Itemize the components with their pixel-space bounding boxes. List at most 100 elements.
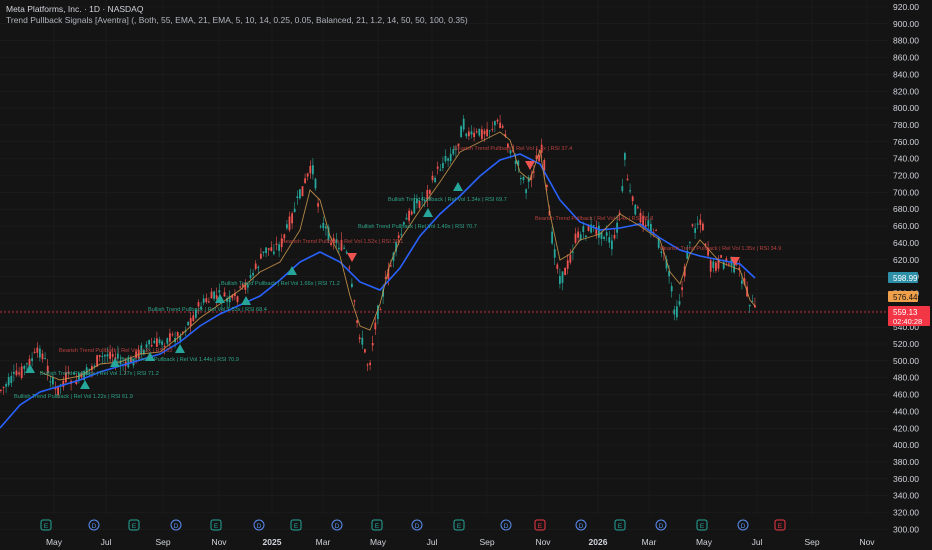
dividend-marker[interactable]: D bbox=[331, 519, 343, 531]
indicator-legend[interactable]: Trend Pullback Signals [Aventra] (, Both… bbox=[6, 15, 468, 25]
candle bbox=[473, 127, 475, 142]
signal-label: Bullish Trend Pullback | Rel Vol 1.22x |… bbox=[14, 394, 133, 400]
candle bbox=[309, 160, 312, 179]
candle bbox=[171, 331, 174, 337]
price-tick-label: 860.00 bbox=[893, 53, 919, 63]
event-marker-text: E bbox=[778, 523, 783, 530]
candle bbox=[465, 132, 468, 139]
earnings-marker[interactable]: E bbox=[614, 519, 626, 531]
dividend-marker[interactable]: D bbox=[575, 519, 587, 531]
dividend-marker[interactable]: D bbox=[170, 519, 182, 531]
candle bbox=[319, 224, 322, 229]
price-tick-label: 460.00 bbox=[893, 390, 919, 400]
bullish-signal-marker bbox=[80, 380, 90, 389]
event-marker-text: D bbox=[741, 523, 746, 530]
event-marker-text: E bbox=[538, 523, 543, 530]
badge-ema-slow-text: 598.99 bbox=[893, 274, 918, 283]
earnings-marker[interactable]: E bbox=[40, 519, 52, 531]
earnings-marker[interactable]: E bbox=[534, 519, 546, 531]
candle bbox=[715, 260, 717, 274]
candle bbox=[265, 247, 267, 258]
dividend-marker[interactable]: D bbox=[655, 519, 667, 531]
badge-last-price-text: 559.13 bbox=[893, 308, 918, 317]
candle bbox=[595, 220, 598, 239]
candle bbox=[621, 178, 624, 194]
candle bbox=[449, 147, 452, 165]
candle bbox=[150, 337, 153, 348]
time-tick-label: Jul bbox=[752, 537, 763, 547]
candle bbox=[410, 209, 413, 216]
dividend-marker[interactable]: D bbox=[411, 519, 423, 531]
price-tick-label: 440.00 bbox=[893, 406, 919, 416]
candle bbox=[475, 128, 478, 134]
signal-label: Bearish Trend Pullback | Rel Vol 1.3x | … bbox=[59, 348, 173, 354]
earnings-marker[interactable]: E bbox=[371, 519, 383, 531]
candle bbox=[5, 381, 7, 393]
candle bbox=[20, 362, 23, 380]
bullish-signal-marker bbox=[25, 364, 35, 373]
signal-labels: Bearish Trend Pullback | Rel Vol 1.3x | … bbox=[14, 146, 781, 400]
candle bbox=[520, 174, 522, 186]
candle bbox=[36, 342, 39, 358]
event-markers: EDEDEDEDEDEDEDEDEDE bbox=[40, 519, 786, 531]
earnings-marker[interactable]: E bbox=[290, 519, 302, 531]
candle bbox=[202, 294, 205, 306]
time-tick-label: Nov bbox=[211, 537, 227, 547]
candle bbox=[205, 293, 208, 304]
candle bbox=[33, 348, 36, 354]
time-tick-label: Sep bbox=[804, 537, 819, 547]
time-tick-label: Sep bbox=[479, 537, 494, 547]
price-tick-label: 420.00 bbox=[893, 423, 919, 433]
price-tick-label: 740.00 bbox=[893, 154, 919, 164]
dividend-marker[interactable]: D bbox=[88, 519, 100, 531]
candle bbox=[613, 228, 616, 241]
candle bbox=[98, 354, 101, 362]
time-tick-label: May bbox=[370, 537, 387, 547]
candle bbox=[366, 362, 369, 372]
candle bbox=[158, 336, 161, 345]
candle bbox=[525, 188, 527, 200]
dividend-marker[interactable]: D bbox=[737, 519, 749, 531]
earnings-marker[interactable]: E bbox=[696, 519, 708, 531]
candle bbox=[44, 352, 46, 360]
price-tick-label: 660.00 bbox=[893, 221, 919, 231]
candle bbox=[553, 243, 556, 265]
badge-countdown-text: 02:40:28 bbox=[893, 317, 922, 326]
dividend-marker[interactable]: D bbox=[500, 519, 512, 531]
earnings-marker[interactable]: E bbox=[210, 519, 222, 531]
candle bbox=[751, 294, 754, 303]
candle bbox=[678, 294, 681, 307]
candle bbox=[18, 367, 20, 377]
signal-label: Bearish Trend Pullback | Rel Vol 1.35x |… bbox=[660, 246, 781, 252]
price-tick-label: 340.00 bbox=[893, 491, 919, 501]
candle bbox=[717, 255, 720, 272]
price-tick-label: 520.00 bbox=[893, 339, 919, 349]
candle bbox=[361, 330, 364, 349]
signal-label: Bullish Trend Pullback | Rel Vol 1.27x |… bbox=[40, 371, 159, 377]
candle bbox=[496, 118, 499, 125]
candle bbox=[317, 198, 319, 213]
candle bbox=[637, 204, 639, 209]
dividend-marker[interactable]: D bbox=[253, 519, 265, 531]
price-tick-label: 720.00 bbox=[893, 171, 919, 181]
chart-title: Meta Platforms, Inc. · 1D · NASDAQ bbox=[6, 4, 144, 14]
candle bbox=[559, 268, 561, 289]
candle bbox=[23, 364, 26, 376]
candle bbox=[312, 158, 314, 180]
chart-grid bbox=[0, 0, 888, 530]
event-marker-text: D bbox=[174, 523, 179, 530]
candle bbox=[470, 125, 473, 139]
candle bbox=[603, 235, 605, 241]
signal-label: Bullish Trend Pullback | Rel Vol 1.66x |… bbox=[221, 281, 340, 287]
event-marker-text: E bbox=[44, 523, 49, 530]
event-marker-text: E bbox=[214, 523, 219, 530]
candle bbox=[564, 267, 566, 276]
price-chart[interactable]: Bearish Trend Pullback | Rel Vol 1.3x | … bbox=[0, 0, 932, 550]
candle bbox=[260, 247, 262, 260]
candle bbox=[436, 161, 439, 175]
earnings-marker[interactable]: E bbox=[453, 519, 465, 531]
candle bbox=[301, 186, 304, 197]
earnings-marker[interactable]: E bbox=[128, 519, 140, 531]
earnings-marker[interactable]: E bbox=[774, 519, 786, 531]
event-marker-text: E bbox=[457, 523, 462, 530]
